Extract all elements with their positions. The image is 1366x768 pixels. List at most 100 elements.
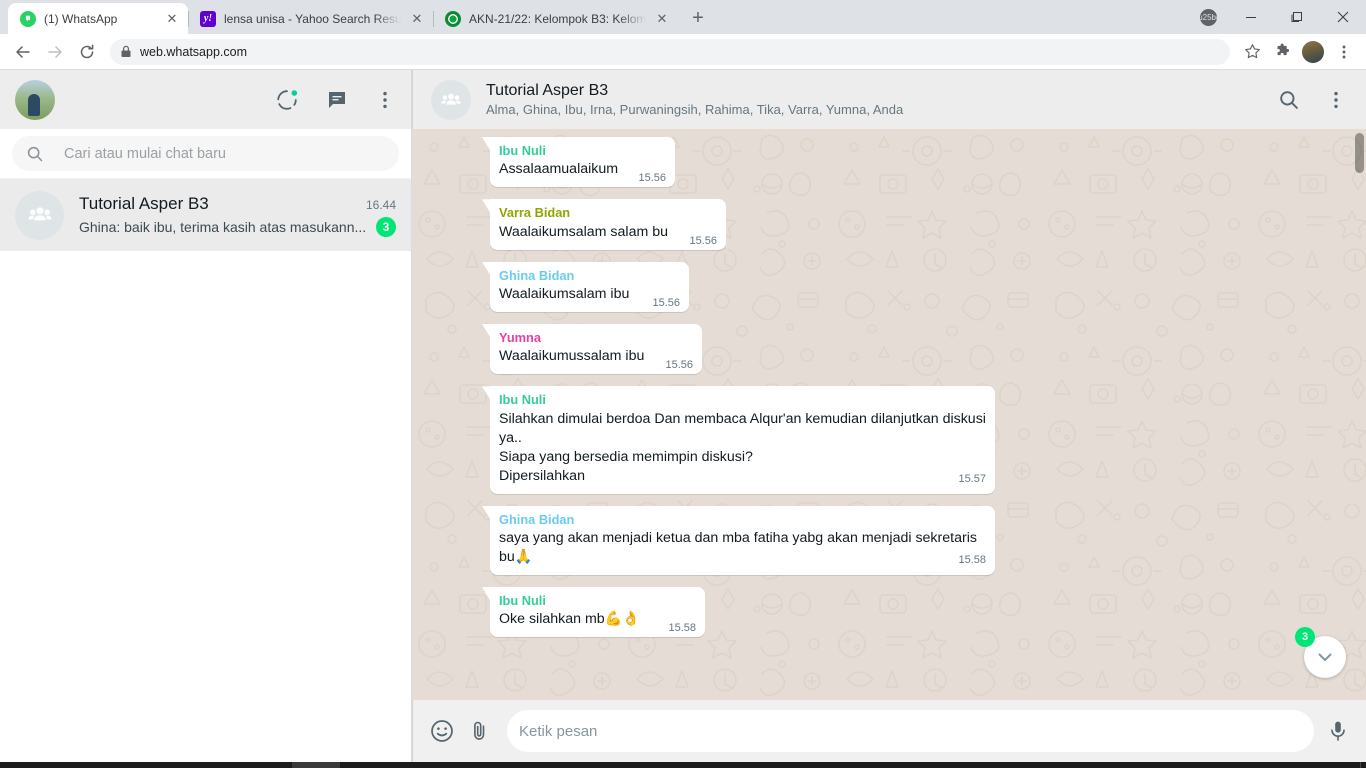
- message-row: Ibu Nuli Assalaamualaikum 15.56: [490, 137, 1304, 188]
- emoji-icon[interactable]: [429, 718, 455, 744]
- new-tab-button[interactable]: +: [684, 4, 712, 32]
- reload-button[interactable]: [72, 37, 102, 67]
- scroll-to-bottom-button[interactable]: 3: [1295, 627, 1346, 678]
- forward-button[interactable]: [40, 37, 70, 67]
- menu-icon[interactable]: [375, 90, 395, 110]
- browser-menu-icon[interactable]: [1330, 38, 1358, 66]
- group-avatar[interactable]: [431, 79, 471, 120]
- search-icon[interactable]: [1278, 89, 1300, 111]
- messages-scrollbar[interactable]: [1355, 133, 1364, 173]
- taskbar-chrome[interactable]: [292, 762, 340, 768]
- message-sender: Ibu Nuli: [499, 143, 546, 158]
- new-chat-icon[interactable]: [325, 88, 349, 112]
- camera-icon[interactable]: [1139, 762, 1165, 768]
- conversation-title-block: Tutorial Asper B3 Alma, Ghina, Ibu, Irna…: [486, 82, 1263, 117]
- taskbar-edge[interactable]: [100, 762, 148, 768]
- conversation-members: Alma, Ghina, Ibu, Irna, Purwaningsih, Ra…: [486, 102, 904, 117]
- message-row: Ghina Bidan Waalaikumsalam ibu 15.56: [490, 261, 1304, 313]
- status-ring-icon[interactable]: [275, 88, 299, 112]
- messages-area: Ibu Nuli Assalaamualaikum 15.56 Varra Bid…: [412, 129, 1366, 700]
- menu-icon[interactable]: [1326, 90, 1346, 110]
- message-time: 15.56: [638, 172, 666, 185]
- message-bubble[interactable]: Ibu Nuli Oke silahkan mb💪👌 15.58: [490, 587, 705, 638]
- chevron-down-icon: [1315, 647, 1335, 667]
- taskbar-gom-player[interactable]: [148, 762, 196, 768]
- browser-toolbar: web.whatsapp.com: [0, 34, 1366, 70]
- extensions-icon[interactable]: [1268, 38, 1296, 66]
- search-container: [0, 129, 411, 179]
- message-text: saya yang akan menjadi ketua dan mba fat…: [499, 530, 981, 566]
- message-bubble[interactable]: Ibu Nuli Silahkan dimulai berdoa Dan mem…: [490, 386, 995, 494]
- message-time: 15.56: [689, 234, 717, 247]
- browser-tab-yahoo[interactable]: y! lensa unisa - Yahoo Search Result ✕: [188, 3, 433, 34]
- conversation-title: Tutorial Asper B3: [486, 82, 609, 99]
- profile-avatar[interactable]: [1302, 40, 1324, 63]
- message-sender: Ghina Bidan: [499, 511, 575, 527]
- chrome-update-icon[interactable]: \u25bc: [1188, 0, 1228, 34]
- messages-list: Ibu Nuli Assalaamualaikum 15.56 Varra Bid…: [412, 129, 1366, 700]
- browser-tab-whatsapp[interactable]: (1) WhatsApp ✕: [8, 3, 188, 34]
- unread-badge: 3: [376, 216, 396, 237]
- message-time: 15.58: [668, 622, 696, 635]
- message-text: Waalaikumsalam salam bu: [499, 223, 668, 240]
- chat-list-item-tutorial-asper-b3[interactable]: Tutorial Asper B3 16.44 Ghina: baik ibu,…: [0, 179, 411, 251]
- show-desktop-button[interactable]: [1360, 762, 1366, 768]
- start-button[interactable]: [4, 762, 52, 768]
- message-row: Ibu Nuli Oke silahkan mb💪👌 15.58: [490, 587, 1304, 638]
- maximize-button[interactable]: [1274, 0, 1320, 34]
- microphone-icon[interactable]: [1326, 719, 1350, 743]
- url-text: web.whatsapp.com: [140, 44, 248, 59]
- back-button[interactable]: [8, 37, 38, 67]
- search-box[interactable]: [12, 136, 399, 171]
- chat-item-row-top: Tutorial Asper B3 16.44: [79, 194, 396, 214]
- browser-tab-akn[interactable]: AKN-21/22: Kelompok B3: Kelom ✕: [433, 3, 678, 34]
- bookmark-star-icon[interactable]: [1238, 38, 1266, 66]
- message-text: Waalaikumsalam ibu: [499, 286, 630, 303]
- volume-icon[interactable]: [1217, 762, 1243, 768]
- people-icon[interactable]: [946, 762, 986, 768]
- windows-taskbar: W Desktop » Address 27°C Hujan: [0, 762, 1366, 768]
- address-bar[interactable]: web.whatsapp.com: [110, 38, 1230, 65]
- message-row: Ibu Nuli Silahkan dimulai berdoa Dan mem…: [490, 386, 1304, 494]
- task-view-button[interactable]: [52, 762, 100, 768]
- conversation-header-actions: [1278, 89, 1346, 111]
- lock-icon: [120, 45, 132, 58]
- message-bubble[interactable]: Ghina Bidan Waalaikumsalam ibu 15.56: [490, 261, 689, 313]
- chat-item-preview: Ghina: baik ibu, terima kasih atas masuk…: [79, 218, 367, 235]
- conversation-header[interactable]: Tutorial Asper B3 Alma, Ghina, Ibu, Irna…: [412, 70, 1366, 129]
- yahoo-icon: y!: [200, 10, 216, 27]
- message-bubble[interactable]: Ibu Nuli Assalaamualaikum 15.56: [490, 137, 675, 188]
- message-text: Oke silahkan mb💪👌: [499, 611, 640, 628]
- attach-clip-icon[interactable]: [467, 719, 491, 743]
- battery-icon[interactable]: [1165, 762, 1191, 768]
- show-hidden-icons-chevron-icon[interactable]: [1113, 762, 1139, 768]
- minimize-button[interactable]: [1228, 0, 1274, 34]
- whatsapp-app: Tutorial Asper B3 16.44 Ghina: baik ibu,…: [0, 70, 1366, 762]
- taskbar-wps-office[interactable]: W: [340, 762, 388, 768]
- close-icon[interactable]: ✕: [654, 11, 670, 27]
- message-time: 15.57: [958, 472, 986, 485]
- message-input-wrapper[interactable]: [507, 710, 1314, 752]
- message-input[interactable]: [519, 722, 1302, 740]
- message-sender: Varra Bidan: [499, 205, 571, 221]
- close-icon[interactable]: ✕: [164, 11, 180, 27]
- notification-center-button[interactable]: 3: [1320, 762, 1360, 768]
- message-sender: Ibu Nuli: [499, 593, 546, 609]
- my-profile-avatar[interactable]: [15, 79, 55, 120]
- tab-title: AKN-21/22: Kelompok B3: Kelom: [469, 11, 646, 26]
- taskbar-file-explorer[interactable]: [244, 762, 292, 768]
- message-bubble[interactable]: Yumna Waalaikumussalam ibu 15.56: [490, 324, 702, 375]
- wifi-icon[interactable]: [1191, 762, 1217, 768]
- message-bubble[interactable]: Varra Bidan Waalaikumsalam salam bu 15.56: [490, 199, 726, 250]
- taskbar-firefox[interactable]: [196, 762, 244, 768]
- message-time: 15.56: [652, 297, 680, 310]
- search-input[interactable]: [64, 145, 385, 162]
- close-window-button[interactable]: [1320, 0, 1366, 34]
- message-row: Yumna Waalaikumussalam ibu 15.56: [490, 324, 1304, 375]
- message-bubble[interactable]: Ghina Bidan saya yang akan menjadi ketua…: [490, 505, 995, 576]
- message-sender: Ghina Bidan: [499, 267, 575, 283]
- chat-item-info: Tutorial Asper B3 16.44 Ghina: baik ibu,…: [79, 194, 396, 237]
- message-row: Varra Bidan Waalaikumsalam salam bu 15.56: [490, 199, 1304, 250]
- window-controls: \u25bc: [1188, 0, 1366, 34]
- close-icon[interactable]: ✕: [409, 11, 425, 27]
